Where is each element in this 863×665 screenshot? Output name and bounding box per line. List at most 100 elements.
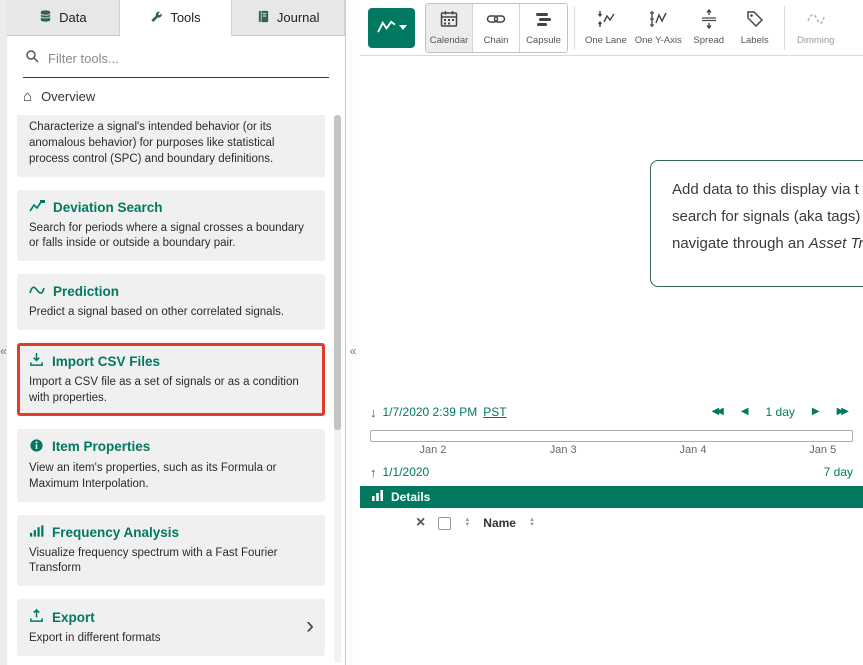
import-csv-icon <box>29 352 44 370</box>
step-backward-icon[interactable]: ◀ <box>741 407 749 417</box>
remove-all-icon[interactable]: × <box>416 515 425 531</box>
tool-card-export[interactable]: Export Export in different formats › <box>17 599 325 656</box>
overview-label: Overview <box>41 89 95 104</box>
tab-tools[interactable]: Tools <box>120 0 233 36</box>
axis-tick: Jan 5 <box>809 444 836 456</box>
tool-card-item-properties[interactable]: Item Properties View an item's propertie… <box>17 429 325 502</box>
info-icon <box>29 438 44 456</box>
tab-journal[interactable]: Journal <box>232 0 345 35</box>
select-all-checkbox[interactable] <box>438 517 451 530</box>
dimming-icon <box>806 9 826 32</box>
tool-card-frequency-analysis[interactable]: Frequency Analysis Visualize frequency s… <box>17 515 325 587</box>
tool-name: Export <box>52 610 95 625</box>
capsule-view-button[interactable]: Capsule <box>520 4 567 52</box>
timebar-axis: Jan 2 Jan 3 Jan 4 Jan 5 <box>360 444 863 458</box>
seeq-workbench: « Data Tools Journal ⌂ Ov <box>0 0 863 665</box>
filter-tools-input[interactable] <box>48 51 327 66</box>
tag-icon <box>745 9 765 32</box>
calendar-view-button[interactable]: Calendar <box>426 4 473 52</box>
tool-card-import-csv[interactable]: Import CSV Files Import a CSV file as a … <box>17 343 325 416</box>
labels-button[interactable]: Labels <box>732 4 778 52</box>
display-range-start: 1/7/2020 2:39 PM <box>383 405 478 419</box>
step-size-link[interactable]: 1 day <box>766 405 795 419</box>
trend-chart-area[interactable]: Add data to this display via t search fo… <box>360 56 863 400</box>
timezone-link[interactable]: PST <box>483 405 506 419</box>
chain-icon <box>486 9 506 32</box>
trend-panel: Calendar Chain Capsule One Lane One Y-Ax… <box>360 0 863 665</box>
chain-view-button[interactable]: Chain <box>473 4 520 52</box>
capsule-icon <box>534 9 554 32</box>
step-forward-icon[interactable]: ▶ <box>812 407 820 417</box>
tab-data[interactable]: Data <box>7 0 120 35</box>
tool-name: Item Properties <box>52 439 150 454</box>
arrow-up-icon: ↑ <box>370 465 377 480</box>
toolbar-separator <box>574 6 575 50</box>
tab-label: Data <box>59 10 86 25</box>
home-icon: ⌂ <box>23 89 32 104</box>
collapse-left-icon[interactable]: « <box>0 344 7 358</box>
bar-chart-icon <box>372 490 384 504</box>
one-lane-icon <box>596 9 616 32</box>
trend-toolbar: Calendar Chain Capsule One Lane One Y-Ax… <box>360 0 863 56</box>
frequency-analysis-icon <box>29 524 44 541</box>
tool-card-prediction[interactable]: Prediction Predict a signal based on oth… <box>17 274 325 330</box>
tools-list: Characterize a signal's intended behavio… <box>7 113 345 665</box>
fast-forward-icon[interactable]: ▶▶ <box>837 407 849 417</box>
time-nav-controls: ◀◀ ◀ 1 day ▶ ▶▶ <box>711 405 849 419</box>
chevron-right-icon[interactable]: › <box>306 614 314 638</box>
filter-tools-field[interactable] <box>23 44 329 78</box>
investigate-range-start-link[interactable]: ↑ 1/1/2020 <box>370 465 429 480</box>
tab-label: Journal <box>277 10 320 25</box>
spread-button[interactable]: Spread <box>686 4 732 52</box>
trend-chart-icon <box>377 19 396 37</box>
details-panel-header[interactable]: Details <box>360 486 863 508</box>
tool-name: Frequency Analysis <box>52 525 179 540</box>
dimming-button[interactable]: Dimming <box>793 4 839 52</box>
button-label: One Y-Axis <box>635 35 682 46</box>
one-y-axis-button[interactable]: One Y-Axis <box>631 4 686 52</box>
help-line: search for signals (aka tags) <box>672 203 863 230</box>
display-range-start-link[interactable]: ↓ 1/7/2020 2:39 PM PST <box>370 405 507 420</box>
left-collapse-strip[interactable]: « <box>0 0 7 665</box>
button-label: Chain <box>484 35 509 46</box>
toolbar-separator <box>784 6 785 50</box>
sidebar-scrollbar[interactable] <box>334 115 341 663</box>
tools-sidebar: Data Tools Journal ⌂ Overview Characte <box>7 0 346 665</box>
tool-card-boundaries-partial[interactable]: Characterize a signal's intended behavio… <box>17 115 325 177</box>
prediction-icon <box>29 283 45 300</box>
caret-down-icon <box>399 25 407 30</box>
spread-icon <box>699 9 719 32</box>
overview-link[interactable]: ⌂ Overview <box>7 78 345 113</box>
axis-tick: Jan 4 <box>680 444 707 456</box>
calendar-icon <box>439 9 459 32</box>
display-mode-dropdown[interactable] <box>368 8 415 48</box>
sidebar-collapse-strip[interactable]: « <box>346 0 360 665</box>
investigate-range-start: 1/1/2020 <box>383 465 430 479</box>
button-label: One Lane <box>585 35 627 46</box>
sort-icon[interactable]: ▲▼ <box>529 518 535 528</box>
sort-icon[interactable]: ▲▼ <box>464 518 470 528</box>
investigate-duration-link[interactable]: 7 day <box>824 465 853 479</box>
scrollbar-thumb[interactable] <box>334 115 341 430</box>
tool-name: Import CSV Files <box>52 354 160 369</box>
tool-description: View an item's properties, such as its F… <box>29 461 313 493</box>
details-title: Details <box>391 490 430 504</box>
help-line: navigate through an Asset Tr <box>672 230 863 257</box>
database-icon <box>39 9 52 26</box>
collapse-sidebar-icon[interactable]: « <box>346 344 360 358</box>
fast-backward-icon[interactable]: ◀◀ <box>711 407 723 417</box>
capsule-time-group: Calendar Chain Capsule <box>425 3 568 53</box>
arrow-down-icon: ↓ <box>370 405 377 420</box>
name-column-header[interactable]: Name <box>483 516 516 530</box>
tool-name: Deviation Search <box>53 200 163 215</box>
one-lane-button[interactable]: One Lane <box>581 4 631 52</box>
filter-tools-row <box>7 36 345 78</box>
journal-icon <box>257 10 270 26</box>
button-label: Calendar <box>430 35 469 46</box>
sidebar-tabs: Data Tools Journal <box>7 0 345 36</box>
timebar-scrubber[interactable] <box>370 430 853 442</box>
tool-card-deviation-search[interactable]: Deviation Search Search for periods wher… <box>17 190 325 262</box>
one-y-axis-icon <box>648 9 668 32</box>
wrench-icon <box>150 10 163 26</box>
tab-label: Tools <box>170 10 200 25</box>
